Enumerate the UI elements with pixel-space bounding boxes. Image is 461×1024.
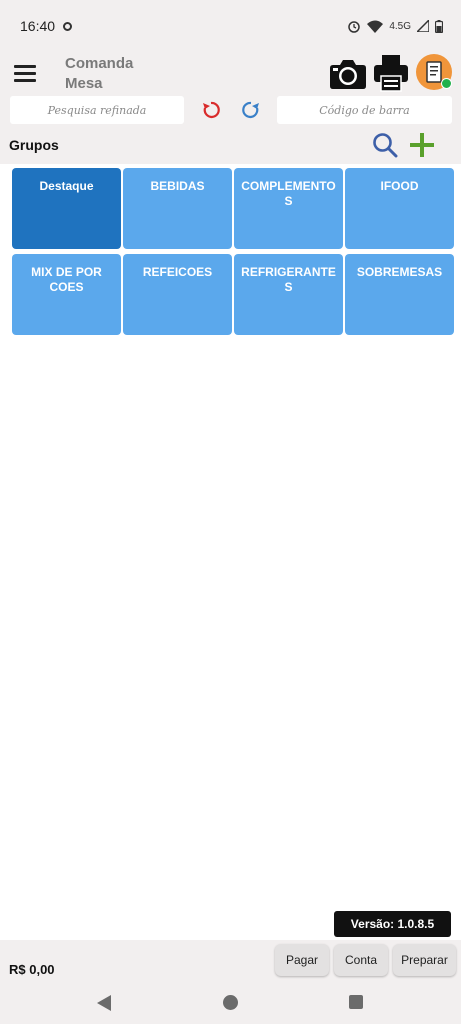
group-tile-complementos[interactable]: COMPLEMENTOS <box>234 168 343 249</box>
menu-icon[interactable] <box>14 65 36 82</box>
plus-icon[interactable] <box>408 131 436 159</box>
wifi-icon <box>367 20 384 33</box>
system-nav-bar <box>0 984 461 1024</box>
signal-icon <box>417 20 429 32</box>
status-time: 16:40 <box>20 18 56 34</box>
search-icon[interactable] <box>372 132 398 158</box>
online-indicator <box>441 78 452 89</box>
back-icon[interactable] <box>96 994 112 1012</box>
page-title-line2: Mesa <box>65 75 103 92</box>
camera-icon[interactable] <box>329 56 367 90</box>
page-title: Comanda Mesa <box>65 54 133 94</box>
status-bar: 16:40 4.5G <box>0 0 461 52</box>
version-badge: Versão: 1.0.8.5 <box>334 911 451 937</box>
account-button[interactable]: Conta <box>334 944 388 976</box>
status-time-group: 16:40 <box>20 18 73 34</box>
recent-apps-icon[interactable] <box>349 995 363 1009</box>
app-bar: Comanda Mesa <box>0 52 461 94</box>
group-tile-ifood[interactable]: IFOOD <box>345 168 454 249</box>
printer-icon[interactable] <box>373 54 409 92</box>
home-icon[interactable] <box>223 995 238 1010</box>
footer-bar: R$ 0,00 Pagar Conta Preparar <box>0 940 461 984</box>
groups-header: Grupos <box>0 130 461 164</box>
groups-label: Grupos <box>9 137 59 153</box>
page-title-line1: Comanda <box>65 55 134 72</box>
prepare-button[interactable]: Preparar <box>393 944 456 976</box>
total-amount: R$ 0,00 <box>9 962 55 977</box>
undo-icon[interactable] <box>200 99 222 121</box>
alarm-icon <box>348 21 361 33</box>
group-tile-sobremesas[interactable]: SOBREMESAS <box>345 254 454 335</box>
group-tile-refeicoes[interactable]: REFEICOES <box>123 254 232 335</box>
group-tile-refrigerantes[interactable]: REFRIGERANTES <box>234 254 343 335</box>
group-tile-destaque[interactable]: Destaque <box>12 168 121 249</box>
avatar[interactable] <box>416 54 452 90</box>
refresh-icon[interactable] <box>240 99 262 121</box>
barcode-input[interactable] <box>277 96 452 124</box>
status-icons: 4.5G <box>347 19 443 33</box>
network-label: 4.5G <box>389 20 411 32</box>
group-tile-bebidas[interactable]: BEBIDAS <box>123 168 232 249</box>
refined-search-input[interactable] <box>10 96 184 124</box>
groups-grid: Destaque BEBIDAS COMPLEMENTOS IFOOD MIX … <box>12 168 455 335</box>
search-bar <box>0 94 461 130</box>
pay-button[interactable]: Pagar <box>275 944 329 976</box>
group-tile-mix-de-porcoes[interactable]: MIX DE PORCOES <box>12 254 121 335</box>
battery-icon <box>435 19 443 33</box>
sync-icon <box>63 21 73 31</box>
